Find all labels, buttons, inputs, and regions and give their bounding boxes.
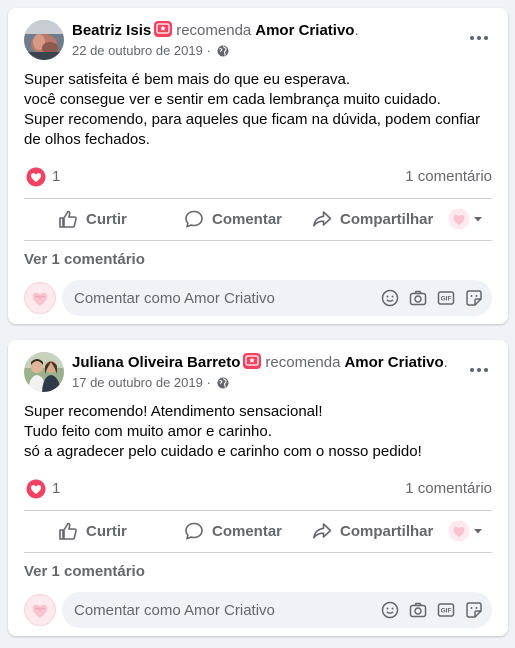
reaction-picker-button[interactable] [448, 511, 486, 551]
like-button[interactable]: Curtir [58, 199, 127, 239]
comment-input[interactable] [74, 592, 364, 628]
comment-count[interactable]: 1 comentário [405, 168, 492, 185]
reaction-count[interactable]: 1 [52, 168, 60, 185]
recommend-verb: recomenda [265, 354, 341, 371]
post-body: Super recomendo! Atendimento sensacional… [24, 402, 492, 462]
comment-input-box: GIF [62, 592, 492, 628]
svg-text:GIF: GIF [441, 608, 452, 615]
author-avatar[interactable] [24, 20, 64, 60]
page-name[interactable]: Amor Criativo [344, 354, 443, 371]
post-meta: 17 de outubro de 2019 · [72, 374, 229, 394]
view-comments-link[interactable]: Ver 1 comentário [24, 563, 145, 580]
svg-text:GIF: GIF [441, 296, 452, 303]
like-button[interactable]: Curtir [58, 511, 127, 551]
meta-separator: · [206, 43, 211, 58]
post-body-line: Super recomendo! Atendimento sensacional… [24, 403, 323, 420]
post-card: Juliana Oliveira Barreto recomenda Amor Cr… [8, 340, 508, 636]
like-icon [59, 210, 77, 228]
gif-icon[interactable]: GIF [436, 288, 456, 308]
gif-icon[interactable]: GIF [436, 600, 456, 620]
recommend-verb: recomenda [176, 22, 252, 39]
reaction-count[interactable]: 1 [52, 480, 60, 497]
sticker-icon[interactable] [464, 288, 484, 308]
post-body-line: Tudo feito com muito amor e carinho. [24, 423, 272, 440]
post-body-line: de olhos fechados. [24, 131, 150, 148]
period: . [354, 22, 359, 39]
comment-label: Comentar [212, 210, 283, 228]
divider [24, 552, 492, 553]
share-button[interactable]: Compartilhar [312, 199, 433, 239]
post-header: Juliana Oliveira Barreto recomenda Amor Cr… [24, 352, 496, 394]
emoji-icon[interactable] [380, 288, 400, 308]
post-title-line: Beatriz Isis recomenda Amor Criativo. [72, 21, 359, 41]
post-title-line: Juliana Oliveira Barreto recomenda Amor Cr… [72, 353, 448, 373]
post-body-line: você consegue ver e sentir em cada lembr… [24, 91, 441, 108]
post-body-line: só a agradecer pelo cuidado e carinho co… [24, 443, 422, 460]
chevron-down-icon [474, 529, 482, 534]
emoji-icon[interactable] [380, 600, 400, 620]
recommend-badge-icon [243, 353, 262, 369]
comment-input-box: GIF [62, 280, 492, 316]
comment-label: Comentar [212, 522, 283, 540]
globe-icon [217, 44, 229, 62]
commenter-avatar[interactable] [24, 594, 56, 626]
post-actions: Curtir Comentar Compartilhar [24, 511, 492, 551]
author-name[interactable]: Beatriz Isis [72, 22, 151, 39]
post-meta: 22 de outubro de 2019 · [72, 42, 229, 62]
view-comments-link[interactable]: Ver 1 comentário [24, 251, 145, 268]
post-body-line: Super satisfeita é bem mais do que eu es… [24, 71, 351, 88]
page-avatar-icon [448, 520, 470, 542]
post-date[interactable]: 22 de outubro de 2019 [72, 43, 203, 58]
sticker-icon[interactable] [464, 600, 484, 620]
author-avatar[interactable] [24, 352, 64, 392]
page-avatar-icon [448, 208, 470, 230]
author-name[interactable]: Juliana Oliveira Barreto [72, 354, 240, 371]
commenter-avatar[interactable] [24, 282, 56, 314]
page-name[interactable]: Amor Criativo [255, 22, 354, 39]
share-icon [313, 211, 332, 227]
comment-composer: GIF [24, 280, 492, 316]
meta-separator: · [206, 375, 211, 390]
more-options-icon[interactable] [466, 28, 492, 48]
reaction-picker-button[interactable] [448, 199, 486, 239]
more-options-icon[interactable] [466, 360, 492, 380]
like-icon [59, 522, 77, 540]
chevron-down-icon [474, 217, 482, 222]
share-button[interactable]: Compartilhar [312, 511, 433, 551]
like-label: Curtir [86, 210, 127, 228]
recommend-badge-icon [154, 21, 173, 37]
post-actions: Curtir Comentar Compartilhar [24, 199, 492, 239]
comment-icon [185, 522, 203, 540]
reaction-summary: 1 1 comentário [24, 478, 492, 500]
reaction-summary: 1 1 comentário [24, 166, 492, 188]
post-body-line: Super recomendo, para aqueles que ficam … [24, 111, 481, 128]
comment-input[interactable] [74, 280, 364, 316]
like-label: Curtir [86, 522, 127, 540]
share-label: Compartilhar [340, 522, 434, 540]
comment-button[interactable]: Comentar [184, 199, 282, 239]
period: . [443, 354, 448, 371]
camera-icon[interactable] [408, 600, 428, 620]
love-reaction-icon[interactable] [26, 167, 46, 187]
comment-button[interactable]: Comentar [184, 511, 282, 551]
post-card: Beatriz Isis recomenda Amor Criativo. 22 d… [8, 8, 508, 324]
love-reaction-icon[interactable] [26, 479, 46, 499]
comment-composer: GIF [24, 592, 492, 628]
comment-count[interactable]: 1 comentário [405, 480, 492, 497]
post-header: Beatriz Isis recomenda Amor Criativo. 22 d… [24, 20, 496, 62]
post-body: Super satisfeita é bem mais do que eu es… [24, 70, 492, 150]
divider [24, 240, 492, 241]
share-label: Compartilhar [340, 210, 434, 228]
globe-icon [217, 376, 229, 394]
share-icon [313, 523, 332, 539]
camera-icon[interactable] [408, 288, 428, 308]
comment-icon [185, 210, 203, 228]
post-date[interactable]: 17 de outubro de 2019 [72, 375, 203, 390]
